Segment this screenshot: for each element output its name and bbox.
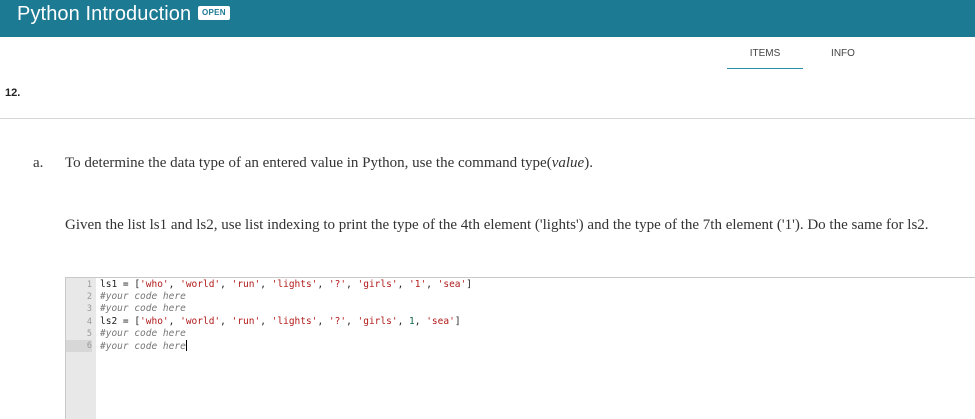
text-cursor bbox=[185, 340, 187, 351]
code-line[interactable]: 5 #your code here bbox=[66, 328, 966, 340]
line-number: 5 bbox=[86, 328, 92, 339]
code-text[interactable]: #your code here bbox=[100, 328, 186, 340]
instruction-suffix: ). bbox=[584, 155, 593, 171]
line-number: 3 bbox=[86, 304, 92, 315]
tab-items[interactable]: ITEMS bbox=[727, 44, 803, 69]
app-header: Python Introduction OPEN bbox=[0, 0, 975, 37]
part-letter: a. bbox=[33, 155, 44, 171]
question-number: 12. bbox=[5, 87, 21, 99]
code-text[interactable]: #your code here bbox=[100, 291, 186, 303]
line-number: 1 bbox=[86, 280, 92, 290]
instruction-prefix: To determine the data type of an entered… bbox=[65, 155, 552, 171]
code-line[interactable]: 6 #your code here bbox=[66, 340, 966, 352]
divider bbox=[0, 118, 975, 119]
line-number: 2 bbox=[86, 292, 92, 303]
code-line[interactable]: 2 #your code here bbox=[66, 291, 966, 303]
line-number: 4 bbox=[86, 316, 92, 327]
code-editor[interactable]: 1 ls1 = ['who', 'world', 'run', 'lights',… bbox=[65, 277, 975, 419]
page-title: Python Introduction bbox=[17, 3, 192, 25]
code-text[interactable]: ls1 = ['who', 'world', 'run', 'lights', … bbox=[100, 279, 472, 291]
code-line[interactable]: 1 ls1 = ['who', 'world', 'run', 'lights',… bbox=[66, 279, 966, 291]
code-text[interactable]: ls2 = ['who', 'world', 'run', 'lights', … bbox=[100, 316, 461, 328]
code-line[interactable]: 4 ls2 = ['who', 'world', 'run', 'lights',… bbox=[66, 316, 966, 328]
instruction-text: To determine the data type of an entered… bbox=[65, 155, 593, 172]
code-text[interactable]: #your code here bbox=[100, 303, 186, 315]
code-line[interactable]: 3 #your code here bbox=[66, 303, 966, 315]
instruction-arg: value bbox=[551, 155, 585, 171]
line-number: 6 bbox=[66, 340, 92, 352]
prompt-text: Given the list ls1 and ls2, use list ind… bbox=[65, 217, 929, 233]
code-text[interactable]: #your code here bbox=[100, 340, 187, 353]
status-badge: OPEN bbox=[198, 6, 230, 20]
tab-info[interactable]: INFO bbox=[807, 44, 879, 68]
